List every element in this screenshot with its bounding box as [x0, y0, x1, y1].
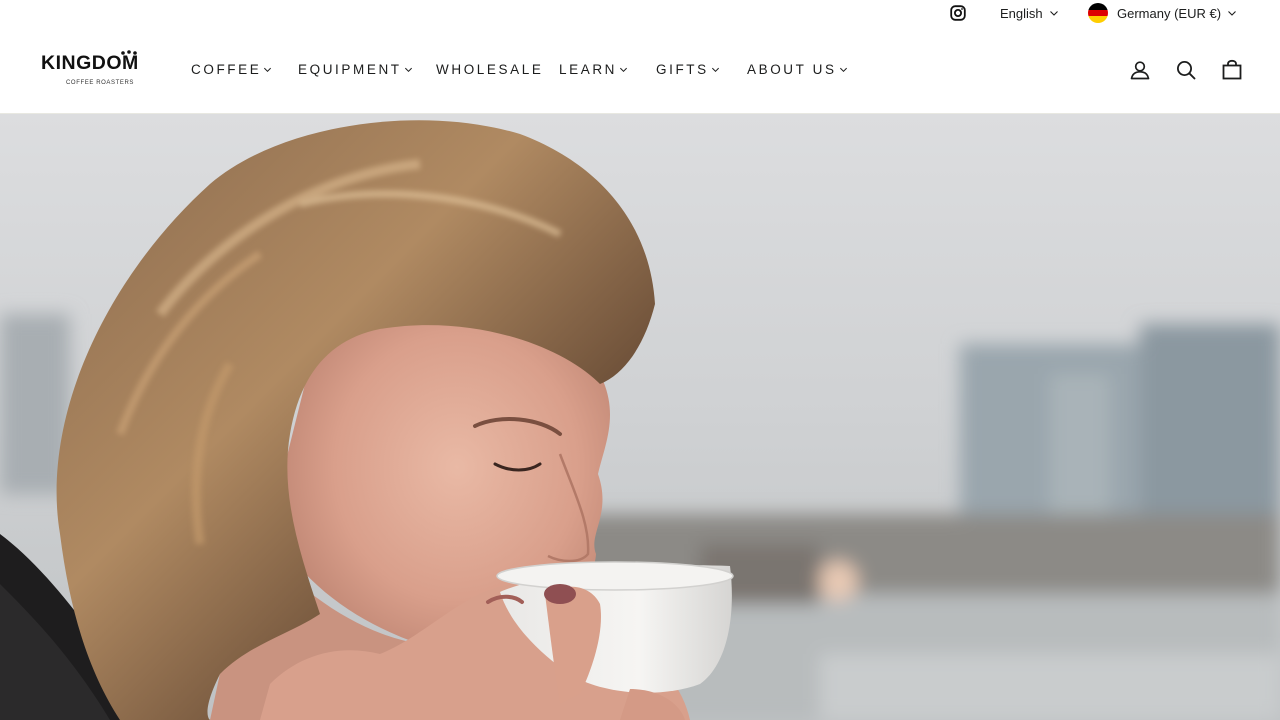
cart-button[interactable]: [1221, 59, 1243, 81]
crown-dots-icon: [121, 50, 137, 55]
nav-item-coffee[interactable]: COFFEE: [191, 62, 272, 77]
account-button[interactable]: [1129, 59, 1151, 81]
chevron-down-icon: [620, 67, 628, 72]
nav-item-wholesale[interactable]: WHOLESALE: [436, 62, 543, 77]
country-selector[interactable]: Germany (EUR €): [1088, 0, 1237, 26]
nav-item-label: EQUIPMENT: [298, 61, 402, 77]
search-icon: [1177, 61, 1196, 80]
germany-flag-icon: [1088, 3, 1108, 23]
nav-item-label: ABOUT US: [747, 61, 837, 77]
logo-wordmark: KINGDOM: [41, 52, 139, 74]
instagram-link[interactable]: [949, 0, 967, 26]
nav-item-label: COFFEE: [191, 61, 262, 77]
utility-bar: English Germany (EUR €): [0, 0, 1280, 26]
nav-item-learn[interactable]: LEARN: [559, 62, 628, 77]
instagram-icon: [950, 5, 966, 21]
language-selector[interactable]: English: [1000, 0, 1059, 26]
nav-item-label: GIFTS: [656, 61, 709, 77]
language-label: English: [1000, 5, 1043, 21]
logo-tagline: COFFEE ROASTERS: [66, 80, 135, 86]
chevron-down-icon: [264, 67, 272, 72]
nav-item-label: LEARN: [559, 61, 618, 77]
country-label: Germany (EUR €): [1117, 5, 1222, 21]
chevron-down-icon: [1049, 11, 1058, 16]
chevron-down-icon: [711, 67, 719, 72]
cart-icon: [1222, 59, 1242, 80]
nav-item-about-us[interactable]: ABOUT US: [747, 62, 848, 77]
hero-banner: [0, 114, 1280, 720]
nav-item-label: WHOLESALE: [436, 61, 544, 77]
hero-image-woman-drinking-coffee: [0, 114, 1280, 720]
site-header: KINGDOM COFFEE ROASTERS COFFEE EQUIPMENT…: [0, 26, 1280, 114]
search-button[interactable]: [1175, 59, 1197, 81]
account-icon: [1130, 61, 1150, 80]
nav-item-equipment[interactable]: EQUIPMENT: [298, 62, 413, 77]
chevron-down-icon: [404, 67, 412, 72]
nav-item-gifts[interactable]: GIFTS: [656, 62, 720, 77]
logo[interactable]: KINGDOM COFFEE ROASTERS: [41, 50, 157, 89]
chevron-down-icon: [1228, 11, 1236, 16]
chevron-down-icon: [839, 67, 847, 72]
